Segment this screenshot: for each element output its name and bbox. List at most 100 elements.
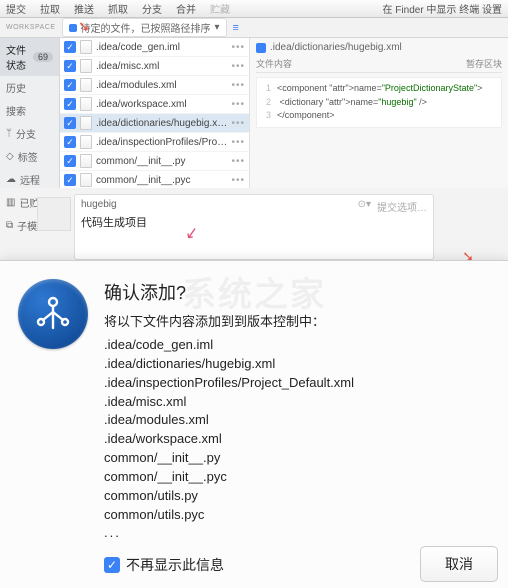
dialog-file-list: .idea/code_gen.iml.idea/dictionaries/hug… (104, 336, 490, 524)
file-icon (80, 135, 92, 149)
sidebar-item-label: 分支 (16, 126, 36, 141)
sidebar-item-remote[interactable]: ☁ 远程 (0, 168, 59, 191)
filter-icon[interactable]: ≡ (233, 22, 239, 34)
file-name: common/__init__.pyc (96, 175, 227, 186)
checkbox-icon[interactable]: ✓ (64, 98, 76, 110)
avatar (37, 197, 71, 231)
sourcetree-logo-icon (18, 279, 88, 349)
menubar: 提交 拉取 推送 抓取 分支 合并 贮藏 在 Finder 中显示 终端 设置 (0, 0, 508, 18)
more-icon[interactable]: ••• (231, 42, 245, 53)
dialog-message: 将以下文件内容添加到到版本控制中： (104, 311, 490, 330)
file-row[interactable]: ✓ common/__init__.pyc ••• (60, 171, 249, 188)
menu-pull[interactable]: 拉取 (40, 1, 60, 16)
more-icon[interactable]: ••• (231, 80, 245, 91)
preview-left-label: 文件内容 (256, 57, 292, 70)
status-text: 待定的文件，已按照路径排序 (81, 20, 211, 35)
dialog-title: 确认添加? (104, 279, 490, 305)
more-icon[interactable]: ••• (231, 99, 245, 110)
dialog-file-item: .idea/workspace.xml (104, 430, 490, 449)
more-icon[interactable]: ••• (231, 61, 245, 72)
file-name: .idea/misc.xml (96, 61, 227, 72)
cloud-icon: ☁ (6, 174, 16, 185)
sidebar-item-label: 文件状态 (6, 42, 29, 72)
file-name: .idea/workspace.xml (96, 99, 227, 110)
dialog-file-item: .idea/modules.xml (104, 411, 490, 430)
file-name: .idea/dictionaries/hugebig.xml (96, 118, 227, 129)
menu-push[interactable]: 推送 (74, 1, 94, 16)
preview-tab[interactable]: .idea/dictionaries/hugebig.xml (256, 42, 502, 53)
toolbar: WORKSPACE 待定的文件，已按照路径排序 ▾ ≡ ➘ (0, 18, 508, 38)
dialog-file-item: common/utils.py (104, 487, 490, 506)
workspace-label: WORKSPACE (6, 24, 56, 31)
file-name: .idea/code_gen.iml (96, 42, 227, 53)
code-preview: 1<component "attr">name="ProjectDictiona… (256, 77, 502, 128)
more-icon[interactable]: ••• (231, 156, 245, 167)
commit-message-input[interactable]: 代码生成项目 (75, 214, 433, 230)
sidebar-item-filestatus[interactable]: 文件状态 69 (0, 38, 59, 76)
dialog-cancel-button[interactable]: 取消 (420, 546, 498, 582)
dialog-file-item: .idea/dictionaries/hugebig.xml (104, 355, 490, 374)
menu-stash[interactable]: 贮藏 (210, 1, 230, 16)
checkbox-icon[interactable]: ✓ (64, 174, 76, 186)
status-checkbox-icon (69, 24, 77, 32)
sidebar-item-branch[interactable]: ᛘ 分支 (0, 122, 59, 145)
sidebar-badge: 69 (33, 52, 53, 62)
file-row[interactable]: ✓ .idea/code_gen.iml ••• (60, 38, 249, 57)
preview-tab-label: .idea/dictionaries/hugebig.xml (270, 42, 402, 53)
dialog-file-item: .idea/inspectionProfiles/Project_Default… (104, 374, 490, 393)
commit-options[interactable]: 提交选项… (377, 199, 427, 214)
annotation-arrow-top: ➘ (78, 18, 90, 35)
menubar-right[interactable]: 在 Finder 中显示 终端 设置 (383, 1, 502, 16)
sidebar-item-label: 标签 (18, 149, 38, 164)
file-row[interactable]: ✓ common/__init__.py ••• (60, 152, 249, 171)
checkbox-icon[interactable]: ✓ (64, 79, 76, 91)
file-icon (80, 40, 92, 54)
file-name: common/__init__.py (96, 156, 227, 167)
dialog-file-item: common/__init__.pyc (104, 468, 490, 487)
tag-icon: ◇ (6, 151, 14, 162)
preview-right-label[interactable]: 暂存区块 (466, 57, 502, 70)
dialog-file-item: .idea/misc.xml (104, 393, 490, 412)
file-icon (80, 97, 92, 111)
dialog-ellipsis: ... (104, 524, 490, 543)
dont-show-again-label: 不再显示此信息 (126, 555, 224, 575)
file-row[interactable]: ✓ .idea/modules.xml ••• (60, 76, 249, 95)
checkbox-icon[interactable]: ✓ (64, 117, 76, 129)
file-icon (80, 78, 92, 92)
sidebar-item-search[interactable]: 搜索 (0, 99, 59, 122)
branch-icon: ᛘ (6, 128, 12, 139)
sidebar-item-tag[interactable]: ◇ 标签 (0, 145, 59, 168)
chevron-down-icon: ▾ (215, 22, 220, 33)
checkbox-icon[interactable]: ✓ (64, 155, 76, 167)
file-icon (80, 173, 92, 187)
more-icon[interactable]: ••• (231, 137, 245, 148)
commit-extra-icon[interactable]: ⊙▾ (358, 199, 371, 214)
file-row[interactable]: ✓ .idea/workspace.xml ••• (60, 95, 249, 114)
file-row[interactable]: ✓.idea/inspectionProfiles/Project_Defaul… (60, 133, 249, 152)
file-row[interactable]: ✓ .idea/dictionaries/hugebig.xml ••• (60, 114, 249, 133)
sidebar-item-history[interactable]: 历史 (0, 76, 59, 99)
checkbox-icon[interactable]: ✓ (64, 41, 76, 53)
more-icon[interactable]: ••• (231, 175, 245, 186)
sidebar-item-label: 搜索 (6, 103, 26, 118)
checkbox-icon[interactable]: ✓ (64, 60, 76, 72)
dialog-file-item: common/utils.pyc (104, 506, 490, 525)
checkbox-icon[interactable]: ✓ (64, 136, 76, 148)
menu-merge[interactable]: 合并 (176, 1, 196, 16)
checkbox-checked-icon[interactable]: ✓ (104, 557, 120, 573)
file-icon (256, 43, 266, 53)
file-row[interactable]: ✓ .idea/misc.xml ••• (60, 57, 249, 76)
file-icon (80, 59, 92, 73)
sidebar-item-label: 远程 (20, 172, 40, 187)
dialog-file-item: .idea/code_gen.iml (104, 336, 490, 355)
more-icon[interactable]: ••• (231, 118, 245, 129)
menu-branch[interactable]: 分支 (142, 1, 162, 16)
file-icon (80, 116, 92, 130)
file-list: ✓ .idea/code_gen.iml ••• ✓ .idea/misc.xml •••… (60, 38, 250, 188)
dialog-file-item: common/__init__.py (104, 449, 490, 468)
file-name: .idea/modules.xml (96, 80, 227, 91)
sidebar: 文件状态 69 历史 搜索 ᛘ分支 ◇标签 ☁远程 ▥已贮藏 ⧉子模块 (0, 38, 60, 188)
menu-fetch[interactable]: 抓取 (108, 1, 128, 16)
file-icon (80, 154, 92, 168)
menu-commit[interactable]: 提交 (6, 1, 26, 16)
